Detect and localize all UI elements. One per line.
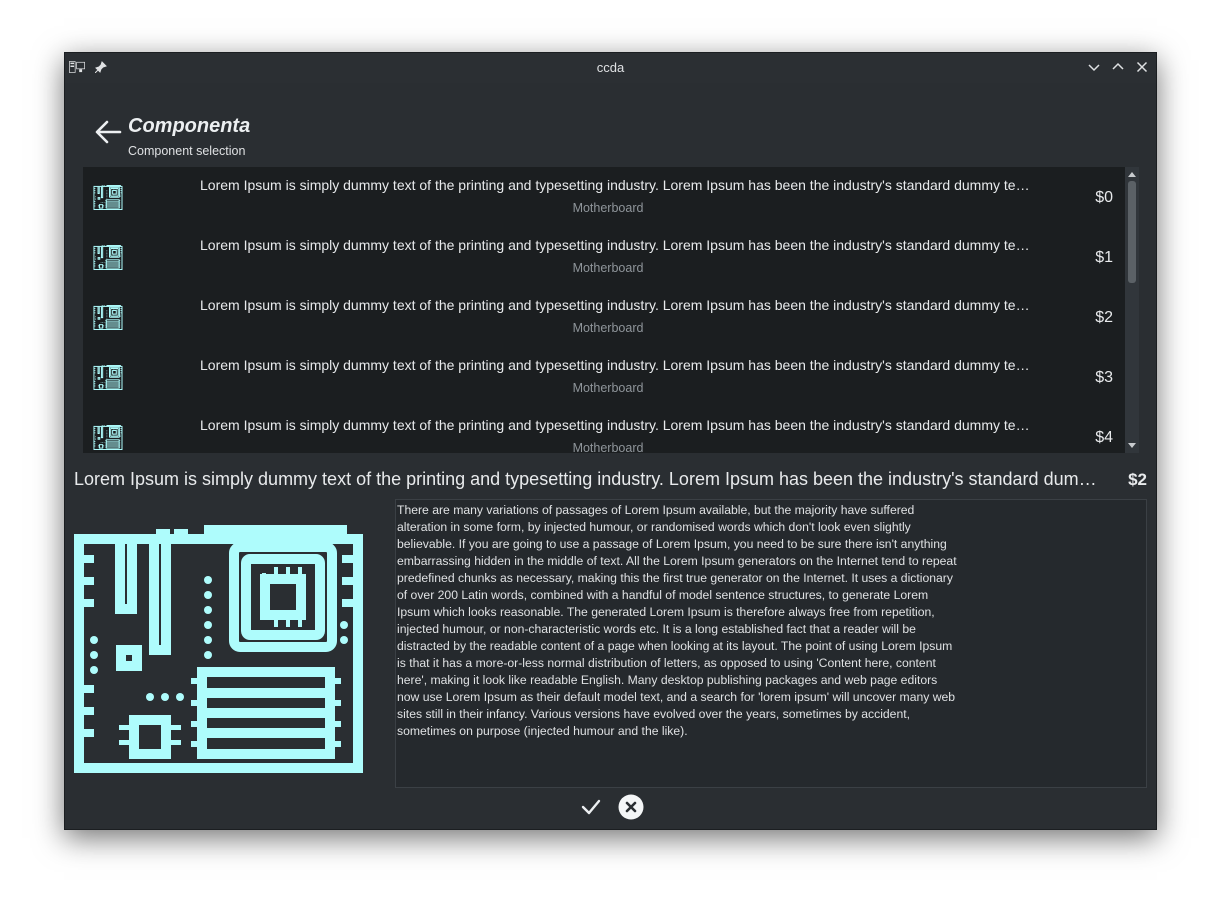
motherboard-icon <box>74 515 364 773</box>
list-item-category: Motherboard <box>572 201 644 215</box>
scroll-up-button[interactable] <box>1125 167 1139 181</box>
page-title: Componenta <box>128 115 251 137</box>
list-item-title: Lorem Ipsum is simply dummy text of the … <box>200 417 1030 433</box>
list-scrollbar[interactable] <box>1125 167 1139 453</box>
list-item-category: Motherboard <box>572 441 644 453</box>
list-item-price: $1 <box>1095 249 1113 266</box>
list-item-category: Motherboard <box>572 381 644 395</box>
list-item-price: $4 <box>1095 429 1113 446</box>
checkmark-icon <box>581 799 600 815</box>
list-item[interactable]: Lorem Ipsum is simply dummy text of the … <box>83 407 1123 453</box>
list-item-price: $2 <box>1095 309 1113 326</box>
maximize-button[interactable] <box>1110 59 1126 75</box>
list-item[interactable]: Lorem Ipsum is simply dummy text of the … <box>83 347 1123 407</box>
minimize-button[interactable] <box>1086 59 1102 75</box>
list-item[interactable]: Lorem Ipsum is simply dummy text of the … <box>83 287 1123 347</box>
description-text: There are many variations of passages of… <box>397 503 957 738</box>
scroll-down-button[interactable] <box>1125 439 1139 453</box>
list-item-price: $0 <box>1095 189 1113 206</box>
close-circle-icon <box>618 794 643 820</box>
app-window: ccda Componenta Component selection Lore… <box>64 52 1157 830</box>
list-item-title: Lorem Ipsum is simply dummy text of the … <box>200 177 1030 193</box>
list-item-title: Lorem Ipsum is simply dummy text of the … <box>200 297 1030 313</box>
component-list[interactable]: Lorem Ipsum is simply dummy text of the … <box>83 167 1139 453</box>
cancel-button[interactable] <box>618 794 644 820</box>
scrollbar-thumb[interactable] <box>1128 181 1136 283</box>
page-subtitle: Component selection <box>128 144 246 158</box>
list-item-category: Motherboard <box>572 321 644 335</box>
title-bar: ccda <box>65 53 1156 83</box>
list-item-title: Lorem Ipsum is simply dummy text of the … <box>200 237 1030 253</box>
list-item-title: Lorem Ipsum is simply dummy text of the … <box>200 357 1030 373</box>
list-item[interactable]: Lorem Ipsum is simply dummy text of the … <box>83 227 1123 287</box>
list-item-category: Motherboard <box>572 261 644 275</box>
back-button[interactable] <box>93 115 123 149</box>
window-title: ccda <box>596 60 625 75</box>
close-button[interactable] <box>1134 59 1150 75</box>
list-item[interactable]: Lorem Ipsum is simply dummy text of the … <box>83 167 1123 227</box>
list-item-price: $3 <box>1095 369 1113 386</box>
main-content: Componenta Component selection Lorem Ips… <box>65 83 1156 829</box>
arrow-left-icon <box>95 120 122 144</box>
action-bar <box>65 794 1156 824</box>
description-box[interactable]: There are many variations of passages of… <box>395 499 1147 788</box>
confirm-button[interactable] <box>578 794 604 820</box>
detail-title: Lorem Ipsum is simply dummy text of the … <box>74 469 1098 489</box>
detail-price: $2 <box>1128 470 1147 489</box>
